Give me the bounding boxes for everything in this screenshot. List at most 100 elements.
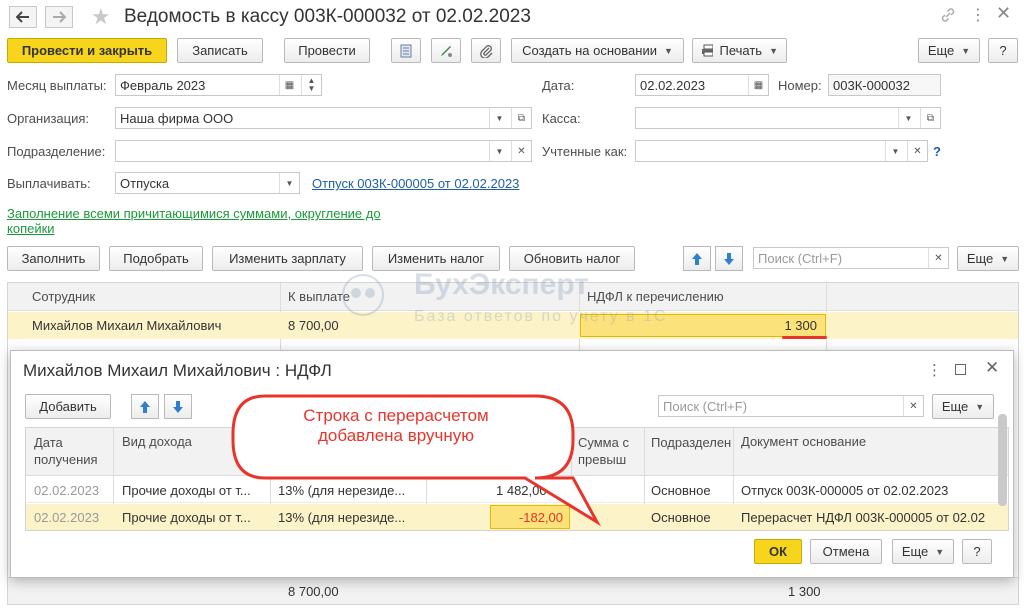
table-search-input[interactable]: Поиск (Ctrl+F) ✕	[753, 247, 949, 269]
chevron-down-icon[interactable]: ▼	[489, 108, 509, 128]
save-button[interactable]: Записать	[177, 38, 263, 63]
fill-settings-link[interactable]: Заполнение всеми причитающимися суммами,…	[7, 206, 407, 236]
report-icon-button[interactable]	[391, 38, 421, 63]
create-based-on-button[interactable]: Создать на основании ▼	[511, 38, 684, 63]
change-tax-button[interactable]: Изменить налог	[372, 246, 500, 271]
chevron-down-icon[interactable]: ▼	[279, 173, 299, 193]
favorite-star-icon[interactable]: ★	[91, 4, 111, 30]
column-header-amount[interactable]: К выплате	[288, 289, 350, 304]
help-button[interactable]: ?	[988, 38, 1018, 63]
department-field[interactable]: ▼ ✕	[115, 140, 532, 162]
arrow-up-icon	[692, 252, 702, 265]
table-row[interactable]: Михайлов Михаил Михайлович 8 700,00 1 30…	[8, 312, 1018, 339]
department-cell: Основное	[651, 510, 711, 525]
arrow-left-icon	[16, 11, 29, 23]
cash-label: Касса:	[542, 111, 581, 126]
total-amount: 8 700,00	[288, 584, 339, 599]
tax-cell-value: 1 300	[784, 318, 817, 333]
organization-label: Организация:	[7, 111, 90, 126]
counted-as-label: Учтенные как:	[542, 144, 628, 159]
column-header-employee[interactable]: Сотрудник	[32, 289, 95, 304]
dialog-footer-more-label: Еще	[901, 544, 929, 559]
dialog-move-up-button[interactable]	[131, 394, 159, 419]
date-cell: 02.02.2023	[34, 510, 100, 525]
chevron-down-icon[interactable]: ▼	[885, 141, 905, 161]
amount-cell: 8 700,00	[288, 318, 339, 333]
maximize-icon[interactable]	[955, 364, 966, 375]
date-cell: 02.02.2023	[34, 483, 100, 498]
chevron-down-icon[interactable]: ▼	[898, 108, 918, 128]
open-icon[interactable]: ⧉	[920, 108, 940, 128]
title-bar: ★ Ведомость в кассу 003К-000032 от 02.02…	[0, 0, 1024, 34]
stepper-icon[interactable]: ▲ ▼	[301, 75, 321, 95]
organization-value: Наша фирма ООО	[120, 111, 234, 126]
post-and-close-button[interactable]: Провести и закрыть	[7, 38, 167, 63]
tax-cell[interactable]: 1 300	[580, 314, 826, 337]
table-more-button[interactable]: Еще ▼	[957, 246, 1019, 271]
column-header-base-document[interactable]: Документ основание	[741, 434, 866, 449]
dialog-title: Михайлов Михаил Михайлович : НДФЛ	[23, 361, 332, 380]
calendar-icon[interactable]: ▦	[279, 75, 299, 95]
arrow-down-icon	[173, 400, 183, 413]
clear-icon[interactable]: ✕	[903, 396, 923, 416]
clear-icon[interactable]: ✕	[907, 141, 927, 161]
open-icon[interactable]: ⧉	[511, 108, 531, 128]
print-label: Печать	[719, 43, 763, 58]
dialog-help-button[interactable]: ?	[962, 539, 992, 564]
pay-document-link[interactable]: Отпуск 003К-000005 от 02.02.2023	[312, 176, 519, 191]
number-label: Номер:	[778, 78, 822, 93]
column-header-tax[interactable]: НДФЛ к перечислению	[587, 289, 724, 304]
back-button[interactable]	[9, 6, 37, 28]
more-menu-icon[interactable]: ⋮	[970, 5, 986, 25]
signature-icon-button[interactable]	[431, 38, 461, 63]
dialog-more-menu-icon[interactable]: ⋮	[927, 361, 942, 379]
chevron-down-icon: ▼	[1000, 253, 1010, 264]
link-icon[interactable]	[940, 7, 956, 26]
calendar-icon[interactable]: ▦	[748, 75, 768, 95]
dialog-more-button[interactable]: Еще ▼	[932, 394, 994, 419]
clear-icon[interactable]: ✕	[928, 248, 948, 268]
tax-underline	[782, 336, 827, 339]
column-header-income-type[interactable]: Вид дохода	[122, 434, 192, 449]
dialog-search-input[interactable]: Поиск (Ctrl+F) ✕	[658, 395, 924, 417]
cancel-button[interactable]: Отмена	[810, 539, 882, 564]
attach-icon-button[interactable]	[471, 38, 501, 63]
add-button[interactable]: Добавить	[25, 394, 111, 419]
column-header-department[interactable]: Подразделение	[651, 434, 731, 451]
close-icon[interactable]: ✕	[996, 3, 1011, 24]
table-search-placeholder: Поиск (Ctrl+F)	[758, 251, 843, 266]
department-label: Подразделение:	[7, 144, 106, 159]
print-button[interactable]: Печать ▼	[692, 38, 787, 63]
clear-icon[interactable]: ✕	[511, 141, 531, 161]
chevron-down-icon: ▼	[663, 45, 673, 56]
chevron-down-icon[interactable]: ▼	[489, 141, 509, 161]
change-salary-button[interactable]: Изменить зарплату	[212, 246, 363, 271]
callout-text: Строка с перерасчетом добавлена вручную	[303, 406, 489, 445]
forward-button[interactable]	[45, 6, 73, 28]
arrow-right-icon	[53, 11, 66, 23]
select-button[interactable]: Подобрать	[109, 246, 203, 271]
post-button[interactable]: Провести	[284, 38, 370, 63]
update-tax-button[interactable]: Обновить налог	[509, 246, 635, 271]
fill-button[interactable]: Заполнить	[7, 246, 100, 271]
number-value: 003К-000032	[833, 78, 910, 93]
dialog-scrollbar[interactable]	[998, 414, 1007, 506]
number-field[interactable]: 003К-000032	[828, 74, 941, 96]
month-field[interactable]: Февраль 2023 ▦ ▲ ▼	[115, 74, 322, 96]
counted-as-field[interactable]: ▼ ✕	[635, 140, 928, 162]
ok-button[interactable]: ОК	[754, 539, 802, 564]
dialog-move-down-button[interactable]	[164, 394, 192, 419]
organization-field[interactable]: Наша фирма ООО ▼ ⧉	[115, 107, 532, 129]
document-cell: Отпуск 003К-000005 от 02.02.2023	[741, 483, 949, 498]
dialog-close-icon[interactable]: ✕	[985, 358, 999, 378]
more-button[interactable]: Еще ▼	[918, 38, 980, 63]
dialog-footer-more-button[interactable]: Еще ▼	[892, 539, 954, 564]
pen-icon	[441, 45, 452, 57]
pay-field[interactable]: Отпуска ▼	[115, 172, 300, 194]
date-field[interactable]: 02.02.2023 ▦	[635, 74, 769, 96]
cash-field[interactable]: ▼ ⧉	[635, 107, 941, 129]
move-up-button[interactable]	[683, 246, 711, 271]
counted-as-help-link[interactable]: ?	[933, 144, 941, 159]
move-down-button[interactable]	[715, 246, 743, 271]
column-header-date[interactable]: Дата получения	[34, 434, 104, 468]
